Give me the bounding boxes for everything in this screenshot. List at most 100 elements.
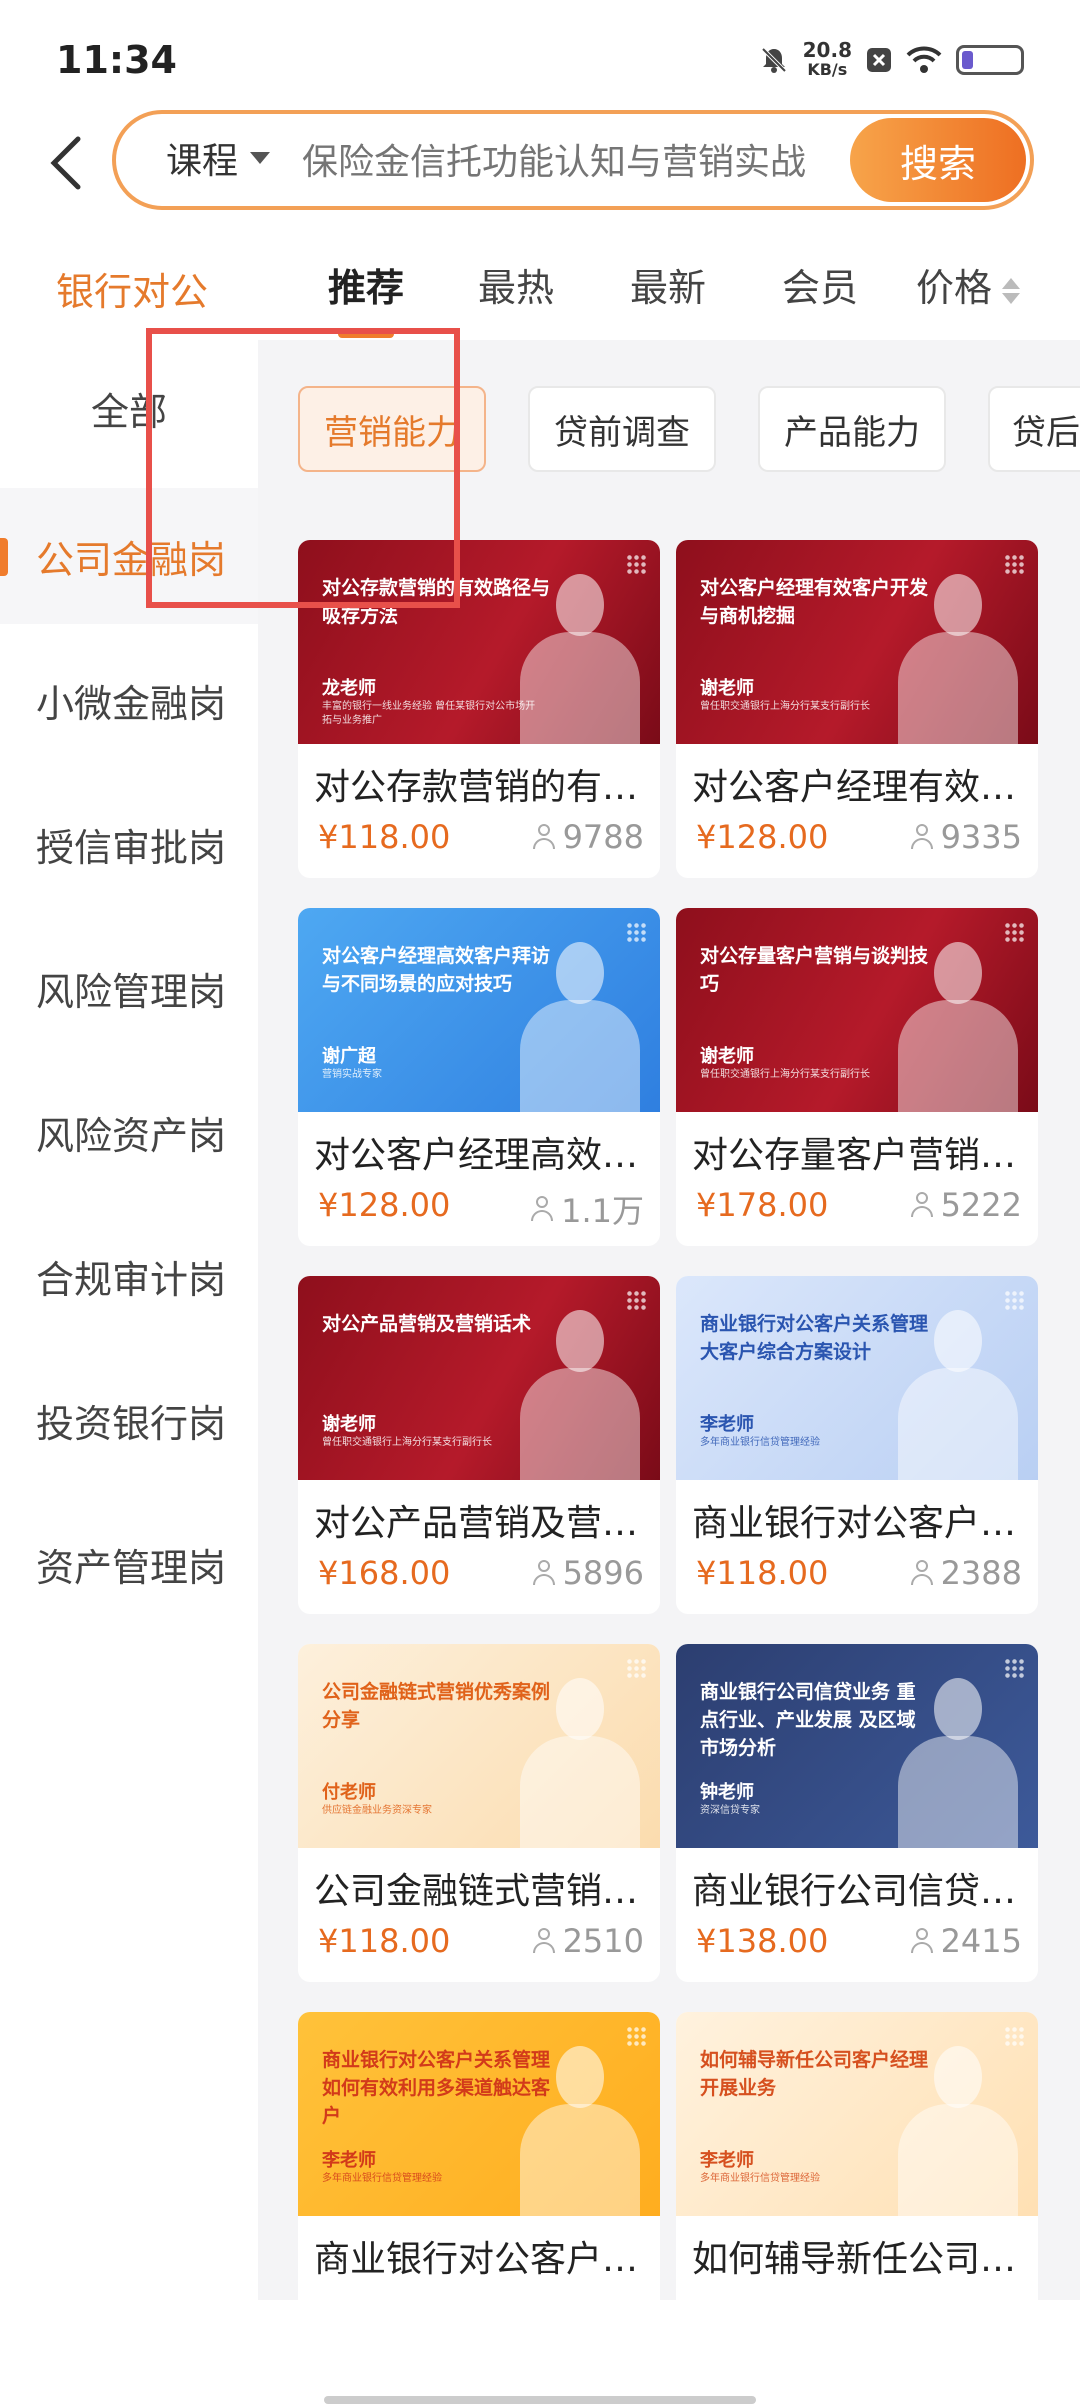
course-card[interactable]: 对公客户经理有效客户开发与商机挖掘 谢老师 曾任职交通银行上海分行某支行副行长 对公客…	[676, 540, 1038, 878]
back-button[interactable]	[36, 128, 96, 198]
course-title: 商业银行对公客户关系管理如何有效利用多渠道触达客户	[314, 2239, 644, 2280]
user-icon	[531, 1196, 554, 1222]
grid-dots-icon	[626, 1290, 646, 1310]
active-tab-indicator	[338, 330, 394, 338]
home-indicator[interactable]	[324, 2396, 756, 2404]
sidebar-item-corporate-finance[interactable]: 公司金融岗	[0, 488, 258, 624]
thumbnail-description: 曾任职交通银行上海分行某支行副行长	[700, 701, 870, 712]
grid-dots-icon	[1004, 554, 1024, 574]
user-icon	[532, 1928, 555, 1954]
course-card[interactable]: 公司金融链式营销优秀案例分享付老师供应链金融业务资深专家公司金融链式营销优秀案例…	[298, 1644, 660, 1982]
course-title: 对公客户经理高效客户拜访与不同场景的应对技巧	[314, 1135, 644, 1176]
thumbnail-title: 对公存量客户营销与谈判技巧	[700, 945, 929, 995]
chip-post-loan[interactable]: 贷后	[988, 386, 1080, 472]
course-card[interactable]: 商业银行公司信贷业务 重点行业、产业发展 及区域市场分析 钟老师 资深信贷专家 商业银…	[676, 1644, 1038, 1982]
search-scope-dropdown[interactable]: 课程	[166, 132, 271, 184]
course-title: 如何辅导新任公司客户经理开展业务	[692, 2239, 1022, 2280]
learner-count: 1.1万	[531, 1186, 644, 1232]
sidebar-item-all[interactable]: 全部	[0, 340, 258, 476]
thumbnail-teacher: 李老师	[322, 2150, 376, 2171]
user-icon	[532, 824, 555, 850]
tab-member[interactable]: 会员	[782, 257, 858, 312]
dropdown-arrow-icon	[250, 152, 271, 164]
thumbnail-description: 营销实战专家	[322, 1069, 382, 1080]
course-card[interactable]: 对公产品营销及营销话术 谢老师 曾任职交通银行上海分行某支行副行长 对公产品营销及营销…	[298, 1276, 660, 1614]
course-title: 对公存量客户营销与谈判技巧	[692, 1135, 1022, 1176]
thumbnail-description: 资深信贷专家	[700, 1805, 760, 1816]
tab-hottest[interactable]: 最热	[478, 257, 554, 312]
sidebar-item-risk-management[interactable]: 风险管理岗	[0, 920, 258, 1056]
course-card[interactable]: 商业银行对公客户关系管理 大客户综合方案设计 李老师 多年商业银行信贷管理经验 商业银…	[676, 1276, 1038, 1614]
sidebar-item-asset-management[interactable]: 资产管理岗	[0, 1496, 258, 1632]
search-button[interactable]: 搜索	[850, 118, 1026, 202]
course-price: ¥178.00	[696, 1186, 829, 1224]
thumbnail-description: 多年商业银行信贷管理经验	[700, 2173, 820, 2184]
thumbnail-description: 丰富的银行一线业务经验 曾任某银行对公市场开拓与业务推广	[322, 701, 536, 726]
sidebar-item-credit-approval[interactable]: 授信审批岗	[0, 776, 258, 912]
course-title: 对公存款营销的有效路径与吸存方法	[314, 767, 644, 808]
grid-dots-icon	[626, 2026, 646, 2046]
mute-icon	[761, 47, 787, 73]
learner-count: 2415	[910, 1922, 1022, 1960]
course-thumbnail: 对公存款营销的有效路径与吸存方法 龙老师 丰富的银行一线业务经验 曾任某银行对公市场…	[298, 540, 660, 744]
sidebar-item-label: 公司金融岗	[36, 537, 227, 582]
thumbnail-title: 对公客户经理高效客户拜访与不同场景的应对技巧	[322, 945, 551, 995]
thumbnail-description: 曾任职交通银行上海分行某支行副行长	[700, 1069, 870, 1080]
course-thumbnail: 商业银行对公客户关系管理 如何有效利用多渠道触达客户 李老师 多年商业银行信贷管理经…	[298, 2012, 660, 2216]
learner-count-value: 2510	[562, 1922, 644, 1960]
tab-newest[interactable]: 最新	[630, 257, 706, 312]
user-icon	[910, 1560, 933, 1586]
course-card[interactable]: 对公客户经理高效客户拜访与不同场景的应对技巧 谢广超 营销实战专家 对公客户经理高效客…	[298, 908, 660, 1246]
chip-marketing[interactable]: 营销能力	[298, 386, 486, 472]
sidebar-item-small-micro[interactable]: 小微金融岗	[0, 632, 258, 768]
learner-count-value: 1.1万	[561, 1192, 644, 1230]
course-thumbnail: 如何辅导新任公司客户经理开展业务 李老师 多年商业银行信贷管理经验	[676, 2012, 1038, 2216]
course-thumbnail: 公司金融链式营销优秀案例分享 付老师 供应链金融业务资深专家	[298, 1644, 660, 1848]
course-title: 对公客户经理有效客户开发与商机挖掘	[692, 767, 1022, 808]
course-card[interactable]: 对公存款营销的有效路径与吸存方法 龙老师 丰富的银行一线业务经验 曾任某银行对公市场…	[298, 540, 660, 878]
sidebar-item-risk-assets[interactable]: 风险资产岗	[0, 1064, 258, 1200]
thumbnail-description: 多年商业银行信贷管理经验	[322, 2173, 442, 2184]
learner-count-value: 2388	[940, 1554, 1022, 1592]
course-card[interactable]: 对公存量客户营销与谈判技巧 谢老师 曾任职交通银行上海分行某支行副行长 对公存量客户营…	[676, 908, 1038, 1246]
thumbnail-title: 商业银行对公客户关系管理 大客户综合方案设计	[700, 1313, 929, 1363]
course-price: ¥168.00	[318, 1554, 451, 1592]
sort-arrows-icon	[1002, 277, 1021, 304]
net-speed-unit: KB/s	[807, 60, 848, 79]
learner-count: 9788	[532, 818, 644, 856]
sidebar: 全部 公司金融岗 小微金融岗 授信审批岗 风险管理岗 风险资产岗 合规审计岗 投…	[0, 340, 258, 2300]
tab-price[interactable]: 价格	[916, 257, 1021, 312]
user-icon	[910, 824, 933, 850]
learner-count: 2388	[910, 1554, 1022, 1592]
chip-pre-loan[interactable]: 贷前调查	[528, 386, 716, 472]
thumbnail-teacher: 付老师	[322, 1782, 376, 1803]
search-bar: 课程 搜索	[112, 110, 1034, 210]
course-card[interactable]: 如何辅导新任公司客户经理开展业务 李老师 多年商业银行信贷管理经验如何辅导新任公司客…	[676, 2012, 1038, 2300]
tab-price-label: 价格	[916, 266, 993, 310]
course-price: ¥128.00	[696, 818, 829, 856]
status-time: 11:34	[56, 38, 177, 82]
thumbnail-teacher: 钟老师	[700, 1782, 754, 1803]
course-card[interactable]: 商业银行对公客户关系管理 如何有效利用多渠道触达客户 李老师 多年商业银行信贷管理经…	[298, 2012, 660, 2300]
tab-recommend[interactable]: 推荐	[328, 257, 404, 312]
thumbnail-title: 公司金融链式营销优秀案例分享	[322, 1681, 551, 1731]
notification-x-icon	[867, 48, 891, 72]
search-scope-label: 课程	[166, 141, 239, 182]
thumbnail-description: 多年商业银行信贷管理经验	[700, 1437, 820, 1448]
course-thumbnail: 对公存量客户营销与谈判技巧谢老师曾任职交通银行上海分行某支行副行长	[676, 908, 1038, 1112]
thumbnail-teacher: 谢老师	[700, 678, 754, 699]
grid-dots-icon	[626, 554, 646, 574]
grid-dots-icon	[1004, 2026, 1024, 2046]
thumbnail-teacher: 谢老师	[322, 1414, 376, 1435]
chip-product[interactable]: 产品能力	[758, 386, 946, 472]
sidebar-item-compliance-audit[interactable]: 合规审计岗	[0, 1208, 258, 1344]
chevron-left-icon	[50, 136, 81, 190]
course-title: 商业银行对公客户关系管理大客户综合方案设计	[692, 1503, 1022, 1544]
category-selector[interactable]: 银行对公	[56, 261, 208, 316]
active-indicator	[0, 538, 8, 576]
learner-count-value: 9335	[940, 818, 1022, 856]
course-list-area: 营销能力 贷前调查 产品能力 贷后 对公存款营销的有效路径与吸存方法 龙老师 丰富的…	[258, 340, 1080, 2300]
sidebar-item-investment-banking[interactable]: 投资银行岗	[0, 1352, 258, 1488]
thumbnail-teacher: 谢老师	[700, 1046, 754, 1067]
user-icon	[910, 1928, 933, 1954]
